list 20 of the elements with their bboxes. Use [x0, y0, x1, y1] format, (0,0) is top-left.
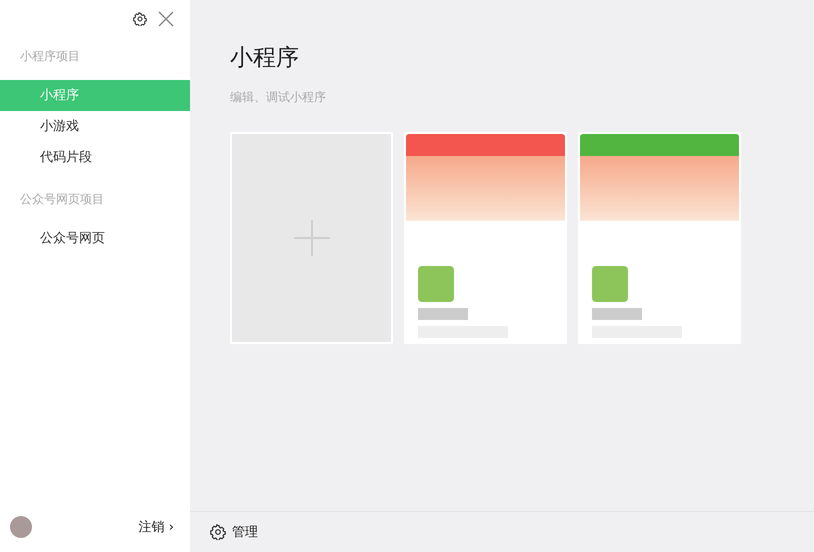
sidebar-item[interactable]: 小游戏: [0, 111, 190, 142]
settings-icon: [210, 524, 226, 540]
avatar: [10, 516, 32, 538]
sidebar-item[interactable]: 代码片段: [0, 142, 190, 173]
manage-button[interactable]: 管理: [210, 523, 258, 541]
section-heading: 公众号网页项目: [19, 191, 105, 208]
blurred-project-name: [592, 308, 642, 320]
project-card[interactable]: [578, 132, 741, 344]
project-icon: [418, 266, 454, 302]
project-card[interactable]: [404, 132, 567, 344]
project-icon: [592, 266, 628, 302]
logout-link[interactable]: 注销 ›: [138, 518, 174, 536]
page-subtitle: 编辑、调试小程序: [230, 89, 327, 106]
blurred-project-name: [418, 308, 468, 320]
close-icon[interactable]: [157, 10, 175, 28]
settings-icon[interactable]: [133, 12, 147, 26]
section-heading: 小程序项目: [19, 48, 81, 65]
sidebar-item[interactable]: 公众号网页: [0, 223, 190, 254]
plus-icon: [292, 218, 332, 258]
page-title: 小程序: [230, 44, 300, 73]
